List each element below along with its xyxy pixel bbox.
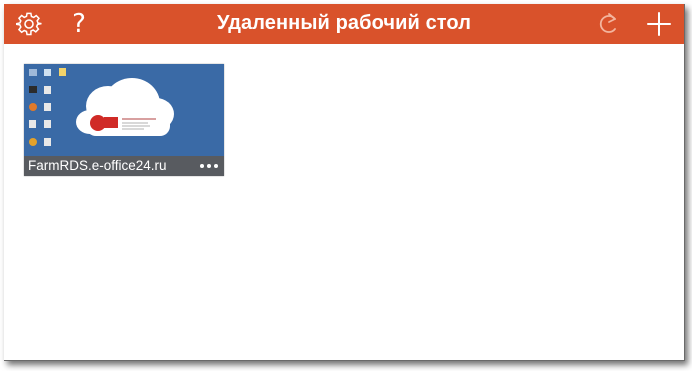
ellipsis-icon bbox=[207, 164, 211, 168]
refresh-icon bbox=[597, 11, 621, 37]
tile-footer: FarmRDS.e-office24.ru bbox=[24, 156, 224, 176]
more-options-button[interactable] bbox=[197, 156, 221, 176]
ellipsis-icon bbox=[200, 164, 204, 168]
refresh-button[interactable] bbox=[594, 9, 624, 39]
add-button[interactable] bbox=[644, 9, 674, 39]
page-title: Удаленный рабочий стол bbox=[216, 12, 472, 34]
connection-tile[interactable]: FarmRDS.e-office24.ru bbox=[24, 64, 224, 176]
plus-icon bbox=[646, 11, 672, 37]
connection-name: FarmRDS.e-office24.ru bbox=[28, 158, 167, 173]
ellipsis-icon bbox=[214, 164, 218, 168]
top-bar: ? Удаленный рабочий стол bbox=[4, 4, 684, 44]
desktop-thumbnail bbox=[24, 64, 224, 156]
app-window: ? Удаленный рабочий стол FarmRDS.e-offic… bbox=[4, 4, 685, 361]
